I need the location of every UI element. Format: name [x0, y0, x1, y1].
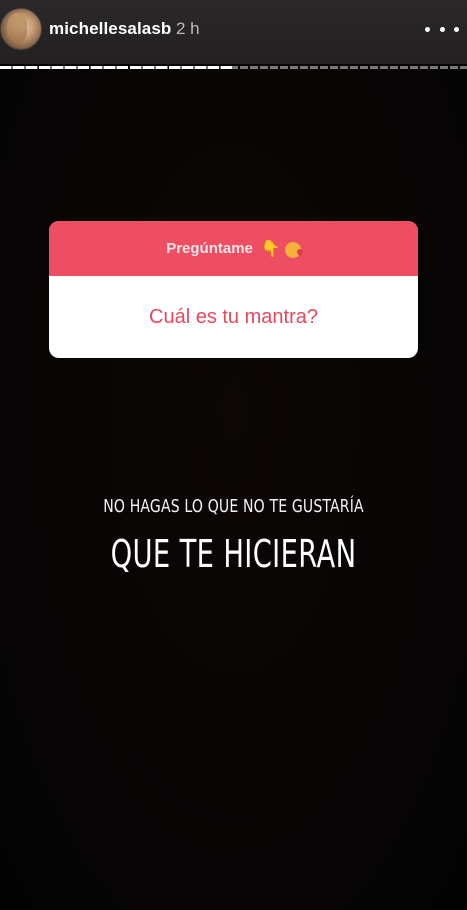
progress-fill: [0, 66, 234, 69]
question-sticker-header: Pregúntame 👇: [49, 221, 418, 276]
avatar-photo: [7, 13, 27, 43]
story-header: michellesalasb 2 h: [0, 0, 467, 64]
question-sticker-title: Pregúntame: [166, 240, 253, 257]
quote-line-2: QUE TE HICIERAN: [110, 532, 357, 576]
avatar[interactable]: [0, 8, 42, 50]
more-dot: [454, 26, 459, 32]
story-progress-bar: [0, 66, 467, 69]
more-dot: [425, 26, 430, 32]
kiss-face-emoji: [284, 241, 301, 258]
question-sticker-answer[interactable]: Cuál es tu mantra?: [49, 276, 418, 358]
more-options-icon[interactable]: [425, 18, 459, 40]
more-dot: [439, 26, 445, 32]
story-viewer[interactable]: michellesalasb 2 h Pregúntame 👇 Cuál es …: [0, 0, 467, 910]
post-timestamp: 2 h: [176, 19, 200, 38]
question-sticker[interactable]: Pregúntame 👇 Cuál es tu mantra?: [49, 221, 418, 358]
username-link[interactable]: michellesalasb: [49, 19, 171, 39]
quote-line-1: NO HAGAS LO QUE NO TE GUSTARÍA: [103, 496, 364, 517]
pointing-down-emoji: 👇: [260, 239, 281, 258]
